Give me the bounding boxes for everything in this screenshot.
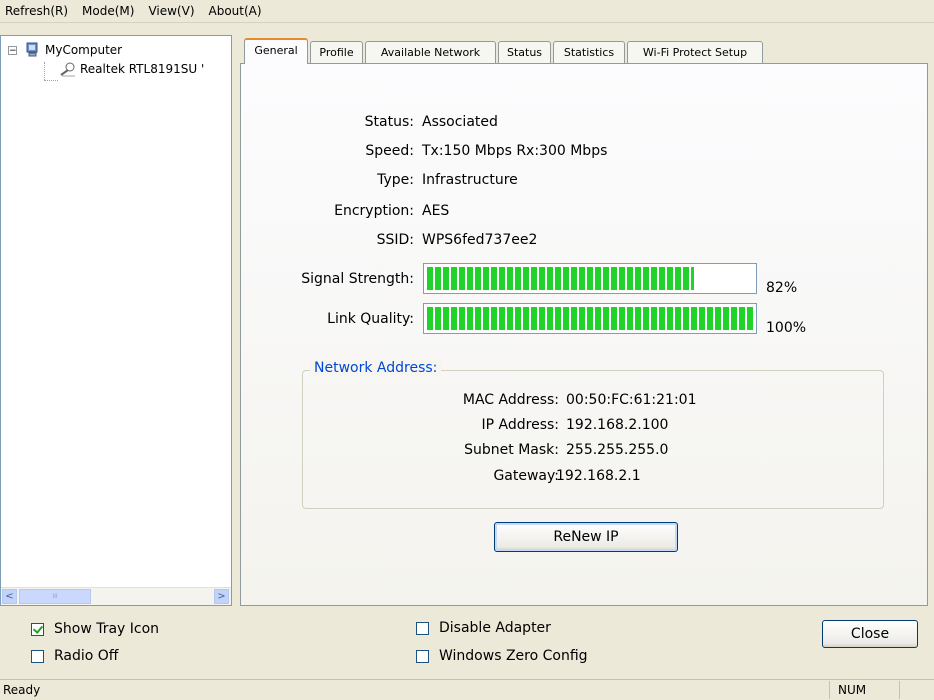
show-tray-icon-checkbox[interactable] bbox=[31, 622, 44, 636]
signal-strength-percent: 82% bbox=[766, 280, 798, 296]
subnet-mask-value: 255.255.255.0 bbox=[566, 442, 669, 458]
tree-connector bbox=[44, 80, 58, 81]
tree-connector bbox=[44, 62, 45, 80]
tab-status[interactable]: Status bbox=[498, 41, 551, 63]
ssid-label: SSID: bbox=[376, 232, 414, 248]
link-quality-fill bbox=[427, 307, 753, 330]
status-num-indicator: NUM bbox=[829, 681, 899, 699]
link-quality-bar bbox=[423, 303, 757, 334]
signal-strength-label: Signal Strength: bbox=[301, 271, 414, 287]
disable-adapter-option[interactable]: Disable Adapter bbox=[416, 620, 551, 636]
computer-icon bbox=[26, 42, 38, 57]
scroll-left-button[interactable]: < bbox=[2, 589, 17, 604]
gateway-label: Gateway: bbox=[493, 468, 559, 484]
ssid-value: WPS6fed737ee2 bbox=[422, 232, 538, 248]
horizontal-scrollbar[interactable]: < III > bbox=[1, 587, 231, 605]
link-quality-label: Link Quality: bbox=[327, 311, 414, 327]
wireless-adapter-icon bbox=[60, 62, 75, 77]
encryption-label: Encryption: bbox=[334, 203, 414, 219]
encryption-value: AES bbox=[422, 203, 450, 219]
close-button[interactable]: Close bbox=[822, 620, 918, 648]
tree-node-mycomputer[interactable]: − MyComputer bbox=[8, 42, 122, 58]
scroll-right-button[interactable]: > bbox=[214, 589, 229, 604]
tab-available-network[interactable]: Available Network bbox=[365, 41, 496, 63]
status-text: Ready bbox=[3, 683, 41, 697]
disable-adapter-checkbox[interactable] bbox=[416, 621, 429, 635]
tab-statistics[interactable]: Statistics bbox=[553, 41, 625, 63]
ip-address-label: IP Address: bbox=[481, 417, 560, 433]
tree-label-mycomputer: MyComputer bbox=[45, 43, 123, 57]
show-tray-icon-label: Show Tray Icon bbox=[54, 621, 160, 637]
menu-mode[interactable]: Mode(M) bbox=[75, 1, 141, 21]
network-address-title: Network Address: bbox=[310, 360, 442, 376]
tab-profile[interactable]: Profile bbox=[310, 41, 363, 63]
signal-strength-bar bbox=[423, 263, 757, 294]
radio-off-checkbox[interactable] bbox=[31, 649, 44, 663]
speed-label: Speed: bbox=[365, 143, 414, 159]
renew-ip-button[interactable]: ReNew IP bbox=[494, 522, 678, 552]
menu-view[interactable]: View(V) bbox=[141, 1, 201, 21]
menu-refresh[interactable]: Refresh(R) bbox=[0, 1, 75, 21]
ip-address-value: 192.168.2.100 bbox=[566, 417, 669, 433]
type-label: Type: bbox=[377, 172, 414, 188]
status-value: Associated bbox=[422, 114, 498, 130]
scroll-grip: III bbox=[52, 593, 58, 600]
radio-off-option[interactable]: Radio Off bbox=[31, 648, 118, 664]
menu-about[interactable]: About(A) bbox=[202, 1, 269, 21]
tab-wifi-protect-setup[interactable]: Wi-Fi Protect Setup bbox=[627, 41, 763, 63]
windows-zero-config-label: Windows Zero Config bbox=[439, 648, 588, 664]
disable-adapter-label: Disable Adapter bbox=[439, 620, 551, 636]
network-address-group bbox=[302, 370, 884, 509]
type-value: Infrastructure bbox=[422, 172, 518, 188]
tree-node-adapter[interactable]: Realtek RTL8191SU ' bbox=[59, 61, 204, 77]
radio-off-label: Radio Off bbox=[54, 648, 119, 664]
windows-zero-config-option[interactable]: Windows Zero Config bbox=[416, 648, 588, 664]
checkmark-icon bbox=[32, 622, 44, 634]
windows-zero-config-checkbox[interactable] bbox=[416, 649, 429, 663]
tree-label-adapter: Realtek RTL8191SU ' bbox=[80, 62, 205, 76]
speed-value: Tx:150 Mbps Rx:300 Mbps bbox=[422, 143, 608, 159]
link-quality-percent: 100% bbox=[766, 320, 807, 336]
subnet-mask-label: Subnet Mask: bbox=[464, 442, 559, 458]
mac-address-value: 00:50:FC:61:21:01 bbox=[566, 392, 697, 408]
status-label: Status: bbox=[364, 114, 414, 130]
device-tree[interactable]: − MyComputer Realtek RTL8191SU ' < III > bbox=[0, 35, 232, 606]
status-bar: Ready NUM bbox=[0, 679, 934, 700]
collapse-icon[interactable]: − bbox=[8, 45, 17, 55]
scroll-thumb[interactable]: III bbox=[19, 589, 91, 604]
gateway-value: 192.168.2.1 bbox=[556, 468, 641, 484]
signal-strength-fill bbox=[427, 267, 694, 290]
status-resize-grip bbox=[899, 681, 934, 699]
tab-general[interactable]: General bbox=[244, 38, 308, 64]
mac-address-label: MAC Address: bbox=[462, 392, 559, 408]
menu-bar: Refresh(R) Mode(M) View(V) About(A) bbox=[0, 0, 934, 23]
show-tray-icon-option[interactable]: Show Tray Icon bbox=[31, 621, 159, 637]
